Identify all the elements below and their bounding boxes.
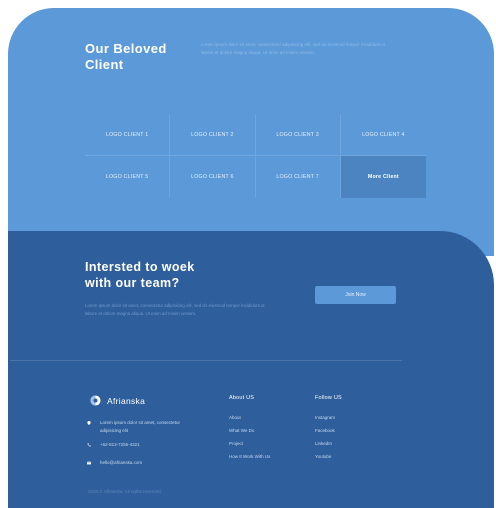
client-logo-4: LOGO CLIENT 4	[340, 114, 426, 156]
clients-title-line1: Our Beloved	[85, 41, 167, 56]
client-logo-6: LOGO CLIENT 6	[170, 156, 256, 198]
client-logo-7: LOGO CLIENT 7	[256, 156, 341, 198]
cta-title: Intersted to woek with our team?	[85, 260, 275, 291]
email-text[interactable]: hello@afrianska.com	[100, 459, 142, 467]
client-logo-5: LOGO CLIENT 5	[85, 156, 171, 198]
about-link[interactable]: About	[229, 415, 241, 420]
phone-row: +62-813-7255-4321	[87, 441, 140, 449]
about-us-title: About US	[229, 395, 255, 401]
linkedin-link[interactable]: LinkedIn	[315, 441, 332, 446]
brand[interactable]: Afrianska	[90, 395, 145, 406]
footer-section: Intersted to woek with our team? Lorem i…	[8, 231, 494, 508]
project-link[interactable]: Project	[229, 441, 243, 446]
email-row: hello@afrianska.com	[87, 459, 142, 467]
afrianska-logo-icon	[90, 395, 101, 406]
copyright-text: 2020 © Afrianska. All rights reserved.	[88, 489, 162, 494]
clients-title: Our Beloved Client	[85, 41, 195, 73]
follow-us-title: Follow US	[315, 395, 342, 401]
cta-description: Lorem ipsum dolor sit amet, consectetur …	[85, 303, 265, 316]
clients-title-line2: Client	[85, 57, 124, 72]
address-row: Lorem ipsum dolor sit amet, consectetur …	[87, 419, 197, 434]
cta-title-line1: Intersted to woek	[85, 260, 195, 274]
phone-text[interactable]: +62-813-7255-4321	[100, 441, 140, 449]
phone-icon	[87, 442, 91, 447]
client-logo-2: LOGO CLIENT 2	[170, 114, 256, 156]
facebook-link[interactable]: Facebook	[315, 428, 335, 433]
instagram-link[interactable]: Instagram	[315, 415, 335, 420]
youtube-link[interactable]: Youtube	[315, 454, 331, 459]
what-we-do-link[interactable]: What We Do	[229, 428, 254, 433]
client-logo-grid: LOGO CLIENT 1 LOGO CLIENT 2 LOGO CLIENT …	[85, 114, 426, 198]
join-now-button[interactable]: Join Now	[315, 286, 396, 304]
how-it-work-link[interactable]: How It Work With Us	[229, 454, 270, 459]
address-text: Lorem ipsum dolor sit amet, consectetur …	[100, 420, 181, 433]
more-client-button[interactable]: More Client	[340, 156, 426, 198]
client-logo-1: LOGO CLIENT 1	[85, 114, 171, 156]
clients-section: Our Beloved Client Lorem ipsum dolor sit…	[8, 8, 494, 256]
footer-divider	[10, 360, 402, 361]
client-logo-3: LOGO CLIENT 3	[255, 114, 341, 156]
cta-title-line2: with our team?	[85, 275, 180, 290]
clients-description: Lorem ipsum dolor sit amet, consectetur …	[201, 42, 386, 55]
brand-name: Afrianska	[107, 395, 146, 406]
location-icon	[87, 420, 91, 425]
email-icon	[87, 460, 91, 464]
